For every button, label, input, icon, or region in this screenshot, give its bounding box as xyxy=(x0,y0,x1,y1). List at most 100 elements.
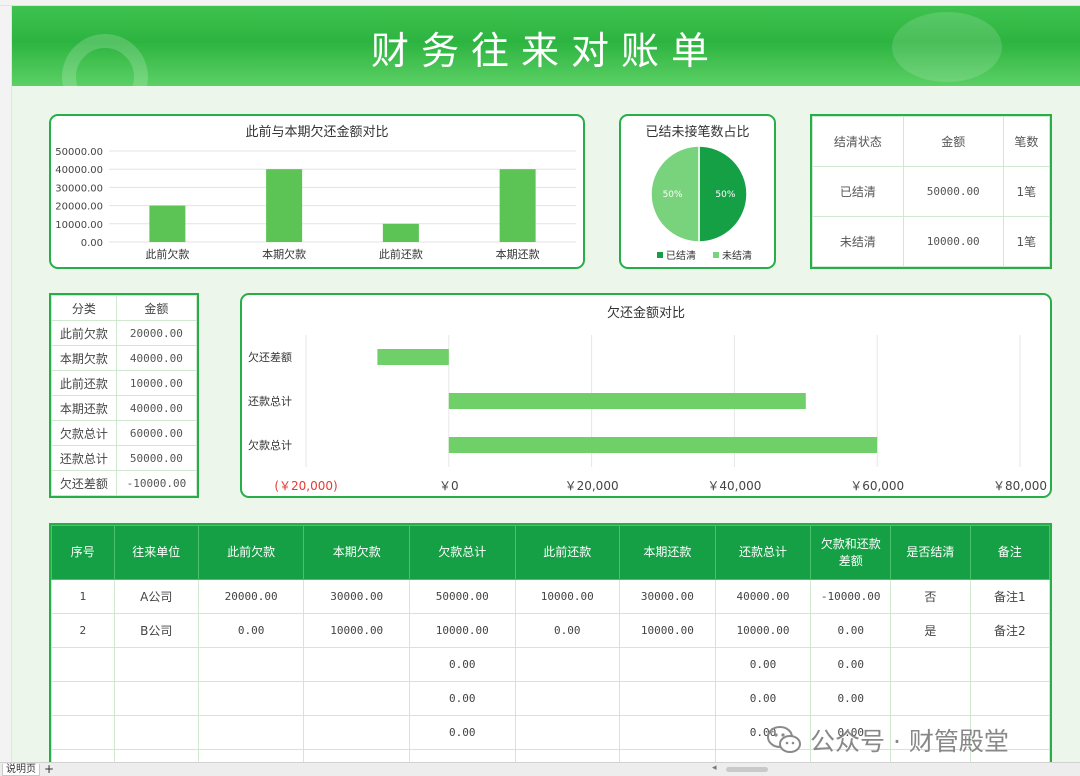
table-cell[interactable]: 10000.00 xyxy=(303,613,410,648)
x-tick-label: 此前欠款 xyxy=(145,247,189,261)
table-cell[interactable]: 否 xyxy=(890,579,971,614)
table-cell[interactable] xyxy=(303,681,410,716)
table-cell[interactable] xyxy=(51,681,115,716)
table-cell[interactable]: 0.00 xyxy=(714,647,812,682)
row-header-strip[interactable] xyxy=(0,6,12,762)
y-tick-label: 0.00 xyxy=(81,238,103,249)
watermark: 公众号 · 财管殿堂 xyxy=(766,722,1009,758)
table-cell[interactable]: 2 xyxy=(51,613,115,648)
table-row: 欠还差额 -10000.00 xyxy=(51,470,198,496)
table-cell[interactable]: 备注1 xyxy=(969,579,1051,614)
table-cell[interactable]: 0.00 xyxy=(810,647,892,682)
table-cell[interactable]: 0.00 xyxy=(514,613,621,648)
table-cell[interactable] xyxy=(969,647,1051,682)
table-cell[interactable]: 30000.00 xyxy=(303,579,410,614)
table-cell[interactable] xyxy=(113,749,199,762)
table-cell[interactable] xyxy=(113,681,199,716)
column-header: 往来单位 xyxy=(113,525,199,580)
table-cell[interactable]: 0.00 xyxy=(810,613,892,648)
table-cell[interactable]: 0.00 xyxy=(408,715,516,750)
category-amount-cell: 40000.00 xyxy=(115,345,198,371)
category-amount-cell: 20000.00 xyxy=(115,320,198,346)
table-cell[interactable] xyxy=(197,749,305,762)
table-cell[interactable]: 0.00 xyxy=(408,681,516,716)
bar xyxy=(377,349,449,365)
x-tick-label: ￥80,000 xyxy=(993,479,1047,493)
y-tick-label: 50000.00 xyxy=(55,147,103,158)
column-header: 本期还款 xyxy=(619,525,716,580)
table-cell[interactable] xyxy=(969,681,1051,716)
table-cell[interactable] xyxy=(303,715,410,750)
table-cell[interactable]: 是 xyxy=(890,613,971,648)
table-row: 此前还款 10000.00 xyxy=(51,370,198,396)
table-cell[interactable]: 40000.00 xyxy=(714,579,812,614)
table-cell[interactable] xyxy=(514,681,621,716)
category-name-cell: 此前还款 xyxy=(51,370,117,396)
table-cell[interactable]: 10000.00 xyxy=(408,613,516,648)
table-cell[interactable]: 0.00 xyxy=(714,681,812,716)
table-cell[interactable] xyxy=(113,647,199,682)
add-sheet-button[interactable]: + xyxy=(44,762,54,776)
table-cell[interactable] xyxy=(514,749,621,762)
spreadsheet-area[interactable]: 财务往来对账单 此前与本期欠还金额对比 0.00 10000.00 20000.00… xyxy=(12,6,1080,762)
table-row: 已结清 50000.00 1笔 xyxy=(812,166,1051,217)
table-cell[interactable]: -10000.00 xyxy=(810,579,892,614)
table-cell[interactable] xyxy=(197,681,305,716)
table-cell[interactable] xyxy=(890,681,971,716)
table-cell[interactable]: B公司 xyxy=(113,613,199,648)
status-cell: 未结清 xyxy=(812,216,904,267)
table-cell[interactable]: 10000.00 xyxy=(714,613,812,648)
watermark-text: 公众号 · 财管殿堂 xyxy=(810,727,1009,756)
table-cell[interactable]: 10000.00 xyxy=(619,613,716,648)
category-name-cell: 还款总计 xyxy=(51,445,117,471)
table-cell[interactable]: 备注2 xyxy=(969,613,1051,648)
table-cell[interactable] xyxy=(619,647,716,682)
table-row: 2 B公司 0.00 10000.00 10000.00 0.00 10000.00 1000… xyxy=(51,613,1051,648)
x-tick-label: ￥20,000 xyxy=(565,479,619,493)
table-cell[interactable]: 50000.00 xyxy=(408,579,516,614)
x-tick-label: 本期还款 xyxy=(496,247,540,261)
table-cell[interactable] xyxy=(197,715,305,750)
table-cell[interactable] xyxy=(303,647,410,682)
table-cell[interactable] xyxy=(619,749,716,762)
y-tick-label: 30000.00 xyxy=(55,183,103,194)
table-cell[interactable] xyxy=(303,749,410,762)
table-cell[interactable] xyxy=(113,715,199,750)
table-cell[interactable] xyxy=(197,647,305,682)
table-cell[interactable]: 0.00 xyxy=(408,647,516,682)
table-cell[interactable]: 0.00 xyxy=(197,613,305,648)
table-row: 此前欠款 20000.00 xyxy=(51,320,198,346)
table-cell[interactable] xyxy=(619,681,716,716)
table-cell[interactable]: A公司 xyxy=(113,579,199,614)
table-cell[interactable] xyxy=(408,749,516,762)
slice-label: 50% xyxy=(715,190,735,200)
pie-chart-panel[interactable]: 已结未接笔数占比 50% 50% 已结清 未结清 xyxy=(619,114,776,269)
table-cell[interactable] xyxy=(619,715,716,750)
status-cell: 1笔 xyxy=(1002,216,1051,267)
table-cell[interactable] xyxy=(51,647,115,682)
y-category-label: 欠还差额 xyxy=(248,350,292,364)
sheet-tab-explanation[interactable]: 说明页 xyxy=(2,764,40,776)
table-cell[interactable]: 1 xyxy=(51,579,115,614)
wechat-icon xyxy=(767,726,801,753)
category-amount-cell: 10000.00 xyxy=(115,370,198,396)
table-cell[interactable]: 20000.00 xyxy=(197,579,305,614)
bar-chart-panel[interactable]: 此前与本期欠还金额对比 0.00 10000.00 20000.00 30000.00… xyxy=(49,114,585,269)
table-cell[interactable] xyxy=(514,715,621,750)
table-cell[interactable] xyxy=(51,749,115,762)
table-cell[interactable]: 10000.00 xyxy=(514,579,621,614)
table-row: 1 A公司 20000.00 30000.00 50000.00 10000.00 3000… xyxy=(51,579,1051,614)
column-header: 序号 xyxy=(51,525,115,580)
category-name-cell: 此前欠款 xyxy=(51,320,117,346)
table-cell[interactable]: 30000.00 xyxy=(619,579,716,614)
table-cell[interactable] xyxy=(51,715,115,750)
table-cell[interactable] xyxy=(890,647,971,682)
horizontal-scrollbar[interactable] xyxy=(726,767,768,772)
table-cell[interactable] xyxy=(514,647,621,682)
hbar-chart-panel[interactable]: 欠还金额对比 (￥20,000) ￥0 ￥20,000 ￥40,000 ￥60,000 ￥… xyxy=(240,293,1052,498)
table-cell[interactable]: 0.00 xyxy=(810,681,892,716)
scroll-left-icon[interactable]: ◂ xyxy=(712,763,717,773)
bar xyxy=(149,205,186,242)
category-amount-cell: 50000.00 xyxy=(115,445,198,471)
status-cell: 已结清 xyxy=(812,166,904,217)
